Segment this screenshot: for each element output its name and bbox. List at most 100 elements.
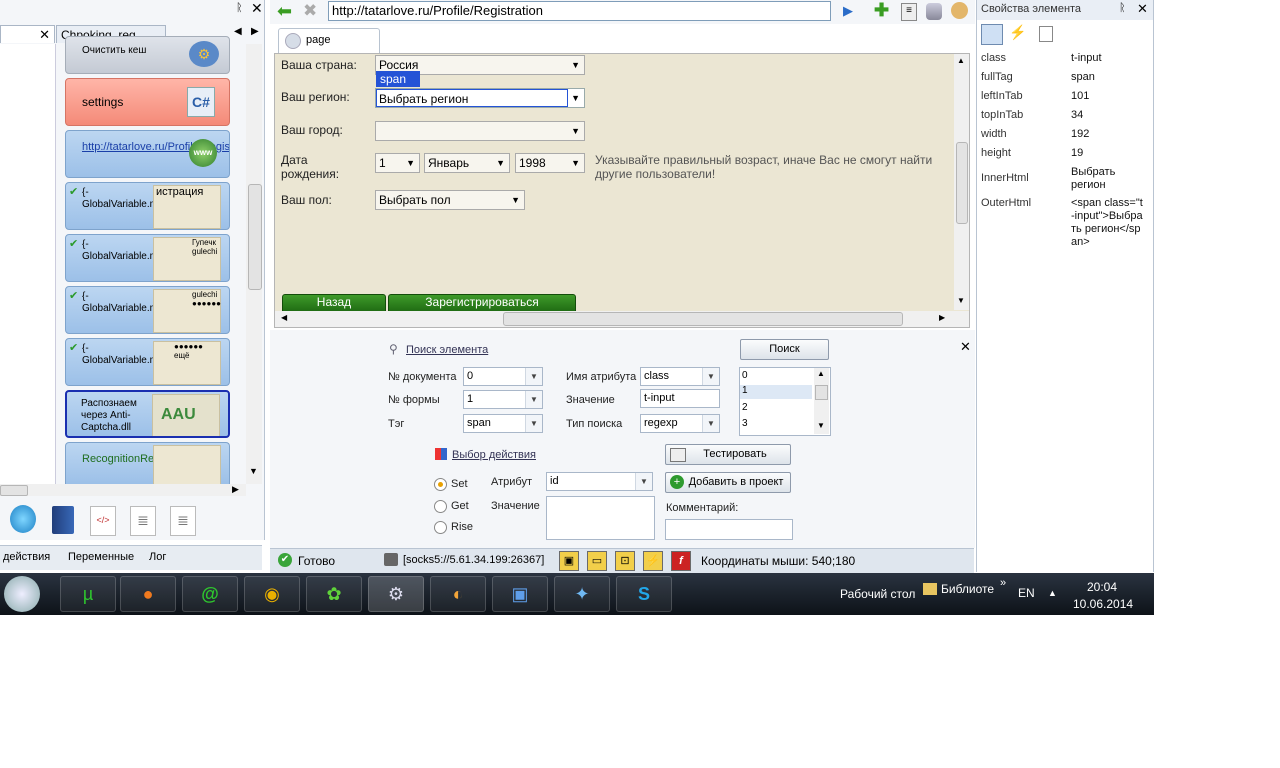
scroll-right-icon[interactable]: ▶ [939, 313, 945, 322]
value-input[interactable]: t-input [640, 389, 720, 408]
stop-icon[interactable]: ✖ [303, 1, 317, 21]
dob-month-select[interactable]: Январь ▼ [424, 153, 510, 173]
step-navigate[interactable]: http://tatarlove.ru/Profile/Registration… [65, 130, 230, 178]
close-icon[interactable]: ✕ [39, 26, 50, 44]
scroll-down-icon[interactable]: ▼ [817, 421, 825, 430]
skype-icon[interactable]: S [616, 576, 672, 612]
scrollbar-thumb[interactable] [0, 485, 28, 496]
attr-name-select[interactable]: class ▼ [640, 367, 720, 386]
dob-day-select[interactable]: 1 ▼ [375, 153, 420, 173]
comment-input[interactable] [665, 519, 793, 540]
app-icon[interactable]: ◐ [430, 576, 486, 612]
scroll-down-icon[interactable]: ▼ [957, 296, 965, 305]
radio-rise[interactable] [434, 521, 447, 534]
city-select[interactable]: ▼ [375, 121, 585, 141]
window-icon[interactable]: ▭ [587, 551, 607, 571]
properties-view-icon[interactable] [981, 24, 1003, 45]
radio-set[interactable] [434, 478, 447, 491]
document-icon[interactable]: ≣ [130, 506, 156, 536]
tab-variables[interactable]: Переменные [68, 551, 134, 563]
gender-select[interactable]: Выбрать пол ▼ [375, 190, 525, 210]
test-button[interactable]: Тестировать [665, 444, 791, 465]
add-to-project-button[interactable]: + Добавить в проект [665, 472, 791, 493]
back-arrow-icon[interactable]: ⬅ [277, 1, 292, 22]
frame-icon[interactable]: ⊡ [615, 551, 635, 571]
url-input[interactable]: http://tatarlove.ru/Profile/Registration [328, 1, 831, 21]
firefox-icon[interactable]: ● [120, 576, 176, 612]
flash-icon[interactable]: f [671, 551, 691, 571]
pin-icon[interactable]: ᚱ [236, 2, 243, 14]
search-type-select[interactable]: regexp ▼ [640, 414, 720, 433]
go-icon[interactable]: ▶ [843, 3, 853, 19]
add-icon[interactable]: ✚ [874, 0, 889, 21]
step-set-name[interactable]: ✔ {-GlobalVariable.myVar.name-} истрация [65, 182, 230, 230]
list-item-selected[interactable]: 1 [740, 385, 812, 399]
attribute-select[interactable]: id ▼ [546, 472, 653, 491]
desktop-toolbar-label[interactable]: Рабочий стол [840, 587, 915, 601]
mail-agent-icon[interactable]: @ [182, 576, 238, 612]
step-clear-cache[interactable]: Очистить кеш ⚙ [65, 36, 230, 74]
scroll-left-icon[interactable]: ◀ [281, 313, 287, 322]
utorrent-icon[interactable]: µ [60, 576, 116, 612]
step-settings[interactable]: settings C# [65, 78, 230, 126]
step-captcha[interactable]: Распознаем через Anti-Captcha.dll AAU [65, 390, 230, 438]
language-indicator[interactable]: EN [1018, 586, 1035, 600]
list-item[interactable]: 2 [742, 402, 748, 413]
chevron-left-icon[interactable]: ◀ [234, 26, 242, 37]
clock-date[interactable]: 10.06.2014 [1073, 597, 1133, 611]
book-icon[interactable] [52, 506, 74, 534]
clock-time[interactable]: 20:04 [1087, 580, 1117, 594]
scrollbar-thumb[interactable] [815, 385, 828, 400]
scroll-up-icon[interactable]: ▲ [957, 56, 965, 65]
tag-select[interactable]: span ▼ [463, 414, 543, 433]
page-horizontal-scrollbar[interactable]: ◀ ▶ [275, 311, 969, 327]
search-element-link[interactable]: Поиск элемента [406, 344, 488, 356]
close-icon[interactable]: ✕ [960, 339, 971, 355]
choose-action-link[interactable]: Выбор действия [452, 449, 536, 461]
robot-icon[interactable] [10, 505, 36, 533]
project-maker-icon[interactable]: ▣ [492, 576, 548, 612]
list-item[interactable]: 0 [742, 370, 748, 381]
tab-page[interactable]: page [278, 28, 380, 53]
library-label[interactable]: Библиоте [941, 582, 994, 596]
chevron-right-icon[interactable]: ▶ [251, 26, 259, 37]
index-listbox[interactable]: 0 1 2 3 ▲ ▼ [739, 367, 831, 436]
radio-get[interactable] [434, 500, 447, 513]
close-icon[interactable]: ✕ [251, 0, 263, 17]
html-icon[interactable]: </> [90, 506, 116, 536]
listbox-scrollbar[interactable]: ▲ ▼ [814, 368, 829, 434]
chrome-icon[interactable]: ◉ [244, 576, 300, 612]
tab-log[interactable]: Лог [149, 551, 166, 563]
zennoposter-icon[interactable]: ⚙ [368, 576, 424, 612]
scrollbar-thumb[interactable] [956, 142, 968, 224]
cookie-icon[interactable] [951, 2, 968, 19]
tab-blank[interactable]: ✕ [0, 25, 55, 43]
list-item[interactable]: 3 [742, 418, 748, 429]
pin-icon[interactable]: ᚱ [1119, 2, 1126, 14]
scrollbar-thumb[interactable] [503, 312, 903, 326]
step-set-password[interactable]: ✔ {-GlobalVariable.myVar.passwor gulechi… [65, 286, 230, 334]
scroll-right-icon[interactable]: ▶ [232, 484, 239, 495]
scroll-down-icon[interactable]: ▼ [249, 466, 258, 476]
screenshot-icon[interactable]: ▣ [559, 551, 579, 571]
step-recognition-result[interactable]: RecognitionResult3 [65, 442, 230, 484]
vertical-scrollbar[interactable]: ▼ [246, 44, 262, 484]
document-list-icon[interactable]: ≣ [170, 506, 196, 536]
database-icon[interactable] [926, 3, 942, 20]
scroll-up-icon[interactable]: ▲ [817, 369, 825, 378]
page-icon[interactable]: ≡ [901, 3, 917, 21]
horizontal-scrollbar[interactable]: ▶ [0, 484, 246, 496]
search-button[interactable]: Поиск [740, 339, 829, 360]
step-set-email[interactable]: ✔ {-GlobalVariable.myVar.email-} Гупечк … [65, 234, 230, 282]
step-set-password-confirm[interactable]: ✔ {-GlobalVariable.myVar.passwor ●●●●●● … [65, 338, 230, 386]
overflow-chevron-icon[interactable]: » [1000, 577, 1006, 589]
start-button-icon[interactable] [4, 576, 40, 612]
form-no-select[interactable]: 1 ▼ [463, 390, 543, 409]
tray-expand-icon[interactable]: ▲ [1048, 588, 1057, 598]
events-icon[interactable]: ⚡ [1009, 24, 1026, 41]
tab-actions[interactable]: действия [3, 551, 50, 563]
dob-year-select[interactable]: 1998 ▼ [515, 153, 585, 173]
pages-icon[interactable] [1039, 26, 1053, 42]
icq-icon[interactable]: ✿ [306, 576, 362, 612]
scrollbar-thumb[interactable] [248, 184, 262, 290]
